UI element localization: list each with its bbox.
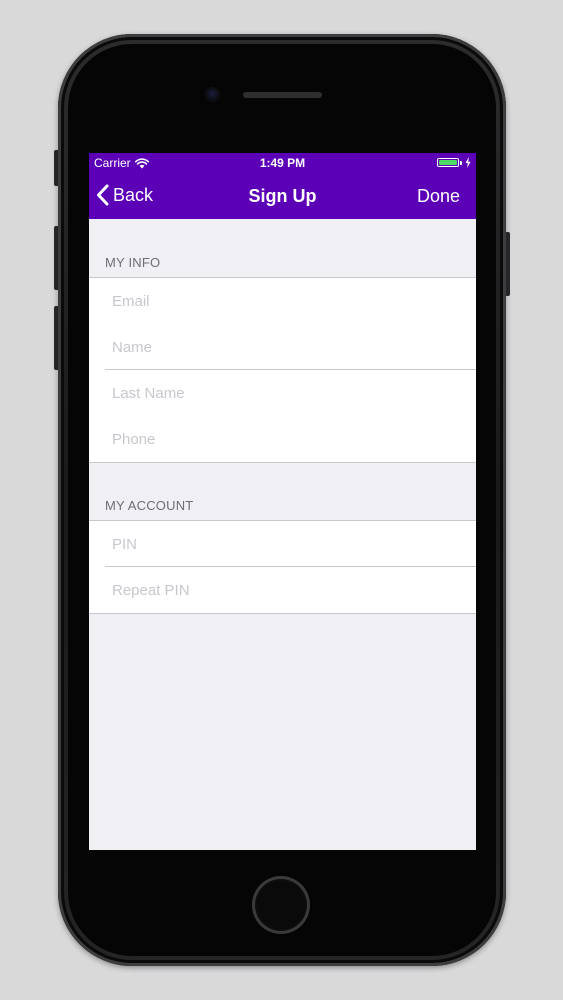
phone-field[interactable] <box>112 416 452 462</box>
last-name-field[interactable] <box>112 370 452 416</box>
form-group-my-account <box>89 520 476 614</box>
status-time: 1:49 PM <box>259 156 306 170</box>
form-row-pin <box>89 521 476 567</box>
screen: Carrier 1:49 PM Back Sign Up Done MY INF… <box>89 153 476 850</box>
front-camera <box>206 88 219 101</box>
repeat-pin-field[interactable] <box>112 567 452 613</box>
earpiece-speaker <box>243 92 322 98</box>
battery-icon <box>437 158 459 167</box>
form-row-phone <box>89 416 476 462</box>
form-row-repeat-pin <box>89 567 476 613</box>
done-button[interactable]: Done <box>417 186 460 207</box>
form-row-name <box>89 324 476 370</box>
navigation-bar: Back Sign Up Done <box>89 173 476 219</box>
form-row-last-name <box>89 370 476 416</box>
section-header-my-info: MY INFO <box>105 255 161 270</box>
form-group-my-info <box>89 277 476 463</box>
battery-tip <box>460 161 462 165</box>
stage: Carrier 1:49 PM Back Sign Up Done MY INF… <box>0 0 563 1000</box>
status-bar: Carrier 1:49 PM <box>89 153 476 173</box>
charging-bolt-icon <box>465 157 471 168</box>
section-header-my-account: MY ACCOUNT <box>105 498 194 513</box>
battery-level <box>439 160 457 165</box>
name-field[interactable] <box>112 324 452 370</box>
email-field[interactable] <box>112 278 452 324</box>
home-button[interactable] <box>252 876 310 934</box>
pin-field[interactable] <box>112 521 452 567</box>
form-row-email <box>89 278 476 324</box>
